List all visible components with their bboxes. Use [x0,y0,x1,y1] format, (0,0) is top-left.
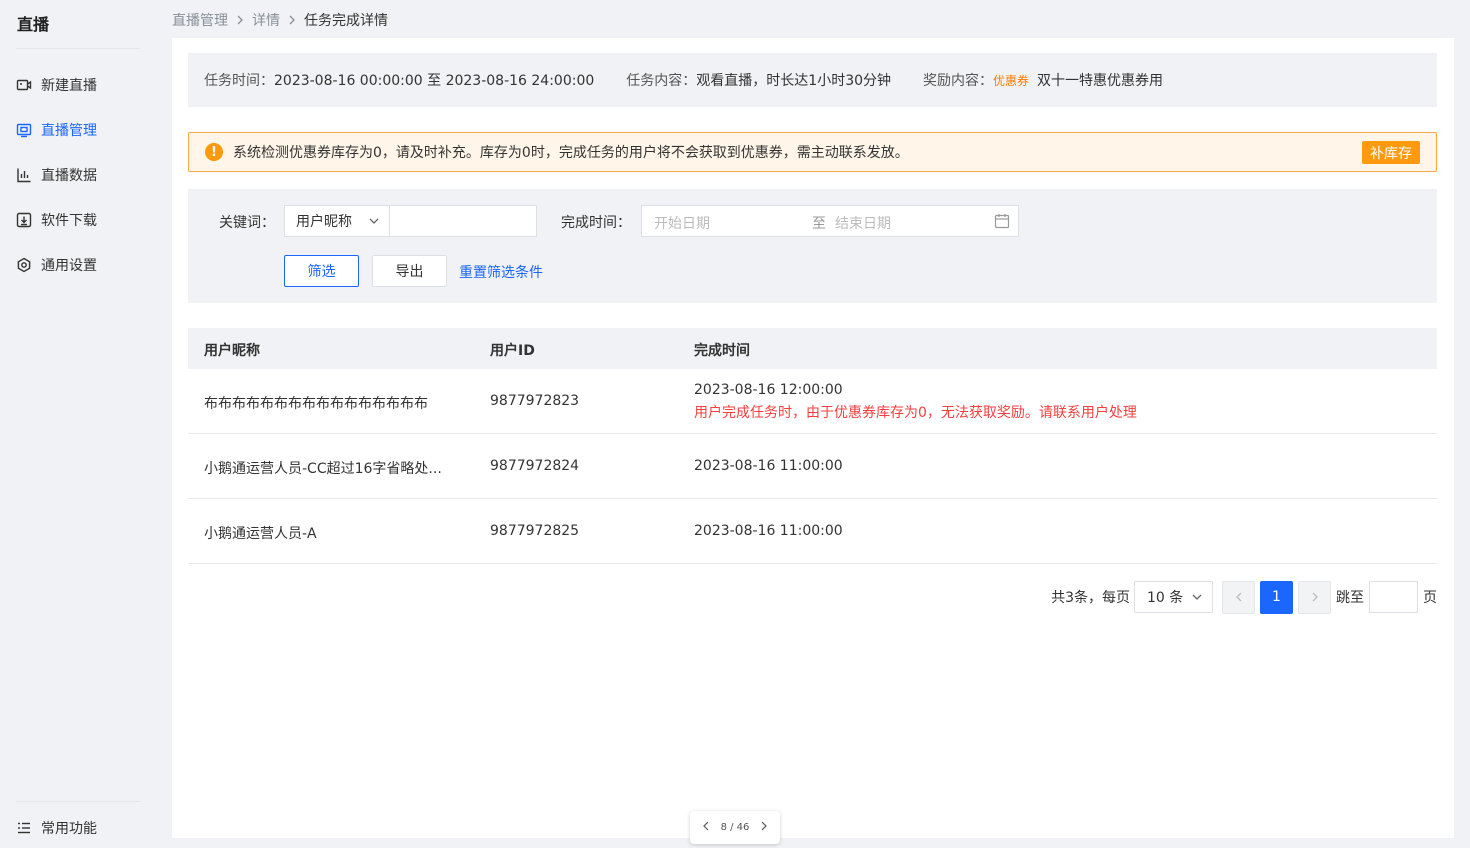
table-header: 用户昵称 用户ID 完成时间 [188,328,1437,369]
jump-label: 跳至 [1336,590,1364,606]
task-time-value: 2023-08-16 00:00:00 至 2023-08-16 24:00:0… [274,73,595,89]
sidebar-item-label: 直播管理 [41,123,97,139]
cell-nickname: 布布布布布布布布布布布布布布布布 [204,396,428,412]
filter-button[interactable]: 筛选 [284,255,359,287]
restock-button[interactable]: 补库存 [1362,141,1420,164]
task-time: 任务时间： 2023-08-16 00:00:00 至 2023-08-16 2… [204,70,594,90]
chevron-right-icon [1312,592,1318,602]
filter-panel: 关键词： 用户昵称 完成时间： 开始日期 至 结束日期 筛选 导出 重置筛选条件 [188,189,1437,303]
sidebar-item-settings[interactable]: 通用设置 [16,253,146,277]
page-indicator: 8 / 46 [690,811,780,844]
prev-page-button[interactable] [1222,580,1255,614]
cell-user-id: 9877972823 [490,393,580,409]
keyword-label: 关键词： [219,215,275,231]
sidebar-item-label: 通用设置 [41,258,97,274]
chevron-left-icon[interactable] [702,821,710,834]
task-content-label: 任务内容： [626,73,697,89]
task-reward-label: 奖励内容： [923,73,994,89]
export-button[interactable]: 导出 [372,255,447,287]
total-count-text: 共3条，每页 [1051,590,1130,606]
page-jump-input[interactable] [1369,581,1418,613]
sidebar-item-live-data[interactable]: 直播数据 [16,163,146,187]
sidebar: 直播 新建直播 直播管理 直播数据 软件下载 通用设置 常用功能 [0,0,156,848]
completion-table: 用户昵称 用户ID 完成时间 布布布布布布布布布布布布布布布布 98779728… [188,328,1437,564]
breadcrumb-item-live-manage[interactable]: 直播管理 [172,10,228,30]
task-reward-value: 双十一特惠优惠券用 [1037,73,1164,89]
table-row: 小鹅通运营人员-CC超过16字省略处... 9877972824 2023-08… [188,434,1437,499]
task-info-bar: 任务时间： 2023-08-16 00:00:00 至 2023-08-16 2… [188,53,1437,107]
tv-icon [16,122,32,138]
table-row: 小鹅通运营人员-A 9877972825 2023-08-16 11:00:00 [188,499,1437,564]
keyword-input[interactable] [389,205,537,237]
main-content: 任务时间： 2023-08-16 00:00:00 至 2023-08-16 2… [172,38,1454,838]
task-content: 任务内容： 观看直播，时长达1小时30分钟 [626,70,891,90]
header-complete-time: 完成时间 [694,343,750,359]
app-title: 直播 [17,15,50,34]
task-content-value: 观看直播，时长达1小时30分钟 [696,73,892,89]
chevron-right-icon [288,15,296,25]
cell-user-id: 9877972824 [490,458,580,474]
camera-icon [16,77,32,93]
sidebar-item-new-live[interactable]: 新建直播 [16,73,146,97]
breadcrumb-current: 任务完成详情 [304,13,388,29]
table-row: 布布布布布布布布布布布布布布布布 9877972823 2023-08-16 1… [188,369,1437,434]
end-date-placeholder[interactable]: 结束日期 [835,213,891,233]
start-date-placeholder[interactable]: 开始日期 [654,213,710,233]
cell-user-id: 9877972825 [490,523,580,539]
pagination: 共3条，每页 10 条 1 跳至 页 [1051,580,1437,614]
task-reward: 奖励内容： 优惠券 双十一特惠优惠券用 [923,70,1163,90]
chevron-left-icon [1235,592,1241,602]
header-nickname: 用户昵称 [204,343,260,359]
cell-complete-time: 2023-08-16 11:00:00 [694,523,843,539]
chevron-right-icon[interactable] [760,821,768,834]
sidebar-divider [16,48,140,49]
sidebar-item-common-functions[interactable]: 常用功能 [16,816,146,840]
alert-message: 系统检测优惠券库存为0，请及时补充。库存为0时，完成任务的用户将不会获取到优惠券… [233,145,909,161]
cell-complete-time: 2023-08-16 11:00:00 [694,458,843,474]
reset-filter-link[interactable]: 重置筛选条件 [459,262,543,282]
sidebar-item-label: 新建直播 [41,78,97,94]
reward-type-tag: 优惠券 [993,73,1030,88]
breadcrumb: 直播管理 详情 任务完成详情 [172,9,388,31]
stock-warning-alert: ! 系统检测优惠券库存为0，请及时补充。库存为0时，完成任务的用户将不会获取到优… [188,132,1437,172]
sidebar-item-label: 直播数据 [41,168,97,184]
list-icon [16,820,32,836]
download-icon [16,212,32,228]
calendar-icon [994,213,1010,229]
sidebar-item-live-manage[interactable]: 直播管理 [16,118,146,142]
page-button-current[interactable]: 1 [1260,580,1293,614]
next-page-button[interactable] [1298,580,1331,614]
task-time-label: 任务时间： [204,73,274,89]
chevron-down-icon [368,214,380,228]
page-size-value: 10 条 [1147,590,1184,606]
date-range-picker[interactable]: 开始日期 至 结束日期 [641,205,1019,237]
chevron-down-icon [1191,590,1203,604]
cell-nickname: 小鹅通运营人员-CC超过16字省略处... [204,461,442,477]
chevron-right-icon [236,15,244,25]
page-size-select[interactable]: 10 条 [1134,581,1213,613]
sidebar-item-download[interactable]: 软件下载 [16,208,146,232]
keyword-type-value: 用户昵称 [296,214,352,230]
complete-time-label: 完成时间： [561,215,631,231]
cell-complete-time: 2023-08-16 12:00:00 [694,382,843,398]
gear-icon [16,257,32,273]
bar-chart-icon [16,167,32,183]
date-range-separator: 至 [812,216,826,232]
sidebar-divider [16,801,140,802]
cell-warning-note: 用户完成任务时，由于优惠券库存为0，无法获取奖励。请联系用户处理 [694,405,1137,421]
page-indicator-text: 8 / 46 [720,822,750,833]
sidebar-item-label: 常用功能 [41,821,97,837]
header-user-id: 用户ID [490,343,535,359]
page-suffix: 页 [1423,590,1437,606]
keyword-type-select[interactable]: 用户昵称 [284,205,390,237]
sidebar-item-label: 软件下载 [41,213,97,229]
warning-icon: ! [205,143,223,161]
cell-nickname: 小鹅通运营人员-A [204,526,317,542]
breadcrumb-item-detail[interactable]: 详情 [252,10,280,30]
